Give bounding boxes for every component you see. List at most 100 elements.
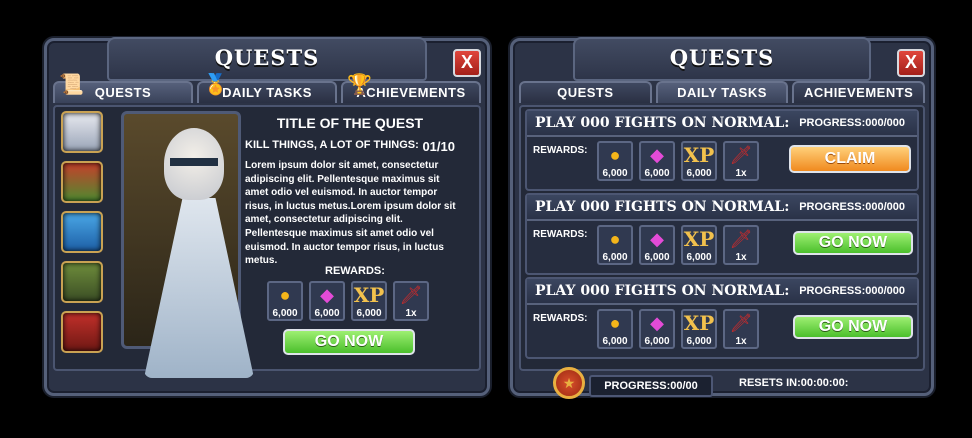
- coin-icon: ●: [609, 145, 621, 165]
- tab-label: QUESTS: [94, 85, 152, 100]
- hero-portrait-warrior[interactable]: [61, 311, 103, 353]
- tab-quests[interactable]: QUESTS: [519, 81, 652, 103]
- task-progress: PROGRESS:000/000: [799, 117, 905, 129]
- reward-qty: 6,000: [602, 252, 628, 263]
- reward-xp: XP 6,000: [351, 281, 387, 321]
- gem-icon: ◆: [650, 313, 664, 333]
- coin-icon: ●: [279, 285, 291, 305]
- close-button[interactable]: X: [453, 49, 481, 77]
- reward-coin: ● 6,000: [597, 309, 633, 349]
- task-title: PLAY 000 FIGHTS ON NORMAL:: [535, 283, 790, 299]
- reward-qty: 1x: [405, 308, 417, 319]
- task-row: PLAY 000 FIGHTS ON NORMAL: PROGRESS:000/…: [525, 193, 919, 275]
- rewards-row: ● 6,000 ◆ 6,000 XP 6,000 🗡 1x: [267, 281, 429, 321]
- reward-qty: 6,000: [272, 308, 298, 319]
- tab-label: ACHIEVEMENTS: [356, 85, 466, 100]
- coin-icon: ●: [609, 313, 621, 333]
- xp-icon: XP: [683, 143, 715, 167]
- reward-sword: 🗡 1x: [723, 225, 759, 265]
- go-now-button[interactable]: GO NOW: [793, 231, 913, 255]
- rewards-row: ● 6,000 ◆ 6,000 XP 6,000 🗡 1x: [597, 141, 759, 181]
- star-medal-icon: ★: [553, 367, 585, 399]
- tab-achievements[interactable]: 🏆 ACHIEVEMENTS: [341, 75, 481, 103]
- reward-qty: 1x: [735, 336, 747, 347]
- tab-achievements[interactable]: ACHIEVEMENTS: [792, 81, 926, 103]
- title-bar: QUESTS: [573, 37, 871, 81]
- hero-sidebar: [55, 111, 109, 365]
- rewards-label: REWARDS:: [325, 265, 385, 277]
- scroll-icon: 📜: [59, 74, 85, 96]
- quest-content: TITLE OF THE QUEST KILL THINGS, A LOT OF…: [53, 105, 481, 378]
- task-row-header: PLAY 000 FIGHTS ON NORMAL: PROGRESS:000/…: [527, 195, 917, 221]
- hero-portrait-orc[interactable]: [61, 261, 103, 303]
- task-row-header: PLAY 000 FIGHTS ON NORMAL: PROGRESS:000/…: [527, 111, 917, 137]
- reward-coin: ● 6,000: [597, 141, 633, 181]
- task-title: PLAY 000 FIGHTS ON NORMAL:: [535, 115, 790, 131]
- panel-title: QUESTS: [669, 45, 775, 70]
- reward-qty: 6,000: [602, 168, 628, 179]
- xp-icon: XP: [683, 311, 715, 335]
- close-button[interactable]: X: [897, 49, 925, 77]
- quest-objective-text: KILL THINGS, A LOT OF THINGS:: [245, 139, 419, 151]
- sword-icon: 🗡: [729, 229, 753, 249]
- reward-coin: ● 6,000: [267, 281, 303, 321]
- task-progress: PROGRESS:000/000: [799, 201, 905, 213]
- reward-gem: ◆ 6,000: [639, 309, 675, 349]
- quest-detail-panel: QUESTS X 📜 QUESTS 🏅 DAILY TASKS 🏆 ACHIEVEME…: [44, 37, 490, 396]
- trophy-icon: 🏆: [347, 74, 373, 96]
- rewards-label: REWARDS:: [533, 313, 588, 324]
- reward-qty: 6,000: [314, 308, 340, 319]
- reward-qty: 6,000: [602, 336, 628, 347]
- reward-qty: 1x: [735, 252, 747, 263]
- task-row: PLAY 000 FIGHTS ON NORMAL: PROGRESS:000/…: [525, 109, 919, 191]
- reward-gem: ◆ 6,000: [639, 225, 675, 265]
- task-row-header: PLAY 000 FIGHTS ON NORMAL: PROGRESS:000/…: [527, 279, 917, 305]
- reward-qty: 6,000: [686, 252, 712, 263]
- panel-title: QUESTS: [214, 45, 320, 70]
- sword-icon: 🗡: [729, 313, 753, 333]
- hero-blindfold: [170, 158, 218, 166]
- go-now-button[interactable]: GO NOW: [283, 329, 415, 355]
- reward-xp: XP 6,000: [681, 309, 717, 349]
- gem-icon: ◆: [320, 285, 334, 305]
- xp-icon: XP: [353, 283, 385, 307]
- tab-label: DAILY TASKS: [222, 85, 312, 100]
- quest-title: TITLE OF THE QUEST: [276, 115, 424, 131]
- reward-qty: 6,000: [644, 336, 670, 347]
- tab-bar: 📜 QUESTS 🏅 DAILY TASKS 🏆 ACHIEVEMENTS: [53, 75, 481, 103]
- daily-progress: PROGRESS:00/00: [589, 375, 713, 397]
- tab-bar: QUESTS DAILY TASKS ACHIEVEMENTS: [519, 81, 926, 103]
- xp-icon: XP: [683, 227, 715, 251]
- sword-icon: 🗡: [399, 285, 423, 305]
- hero-portrait-seer[interactable]: [61, 111, 103, 153]
- tab-daily-tasks[interactable]: DAILY TASKS: [655, 81, 789, 103]
- quest-objective: KILL THINGS, A LOT OF THINGS: 01/10: [245, 139, 455, 154]
- reward-coin: ● 6,000: [597, 225, 633, 265]
- go-now-button[interactable]: GO NOW: [793, 315, 913, 339]
- sword-icon: 🗡: [729, 145, 753, 165]
- task-list: PLAY 000 FIGHTS ON NORMAL: PROGRESS:000/…: [519, 105, 925, 371]
- claim-button[interactable]: CLAIM: [789, 145, 911, 173]
- reward-gem: ◆ 6,000: [639, 141, 675, 181]
- reset-timer: RESETS IN:00:00:00:: [739, 377, 849, 389]
- reward-qty: 6,000: [644, 168, 670, 179]
- task-title: PLAY 000 FIGHTS ON NORMAL:: [535, 199, 790, 215]
- rewards-row: ● 6,000 ◆ 6,000 XP 6,000 🗡 1x: [597, 225, 759, 265]
- tab-daily-tasks[interactable]: 🏅 DAILY TASKS: [197, 75, 337, 103]
- hero-portrait-frost[interactable]: [61, 211, 103, 253]
- tab-quests[interactable]: 📜 QUESTS: [53, 75, 193, 103]
- reward-sword: 🗡 1x: [723, 141, 759, 181]
- reward-sword: 🗡 1x: [723, 309, 759, 349]
- daily-tasks-panel: QUESTS X QUESTS DAILY TASKS ACHIEVEMENTS…: [510, 37, 934, 399]
- rewards-label: REWARDS:: [533, 229, 588, 240]
- coin-icon: ●: [609, 229, 621, 249]
- rewards-row: ● 6,000 ◆ 6,000 XP 6,000 🗡 1x: [597, 309, 759, 349]
- task-progress: PROGRESS:000/000: [799, 285, 905, 297]
- hero-portrait-goblin[interactable]: [61, 161, 103, 203]
- medal-icon: 🏅: [203, 74, 229, 96]
- title-bar: QUESTS: [107, 37, 427, 81]
- reward-qty: 6,000: [644, 252, 670, 263]
- reward-gem: ◆ 6,000: [309, 281, 345, 321]
- quest-description: Lorem ipsum dolor sit amet, consectetur …: [245, 160, 456, 267]
- daily-footer: ★ PROGRESS:00/00 RESETS IN:00:00:00:: [553, 367, 921, 399]
